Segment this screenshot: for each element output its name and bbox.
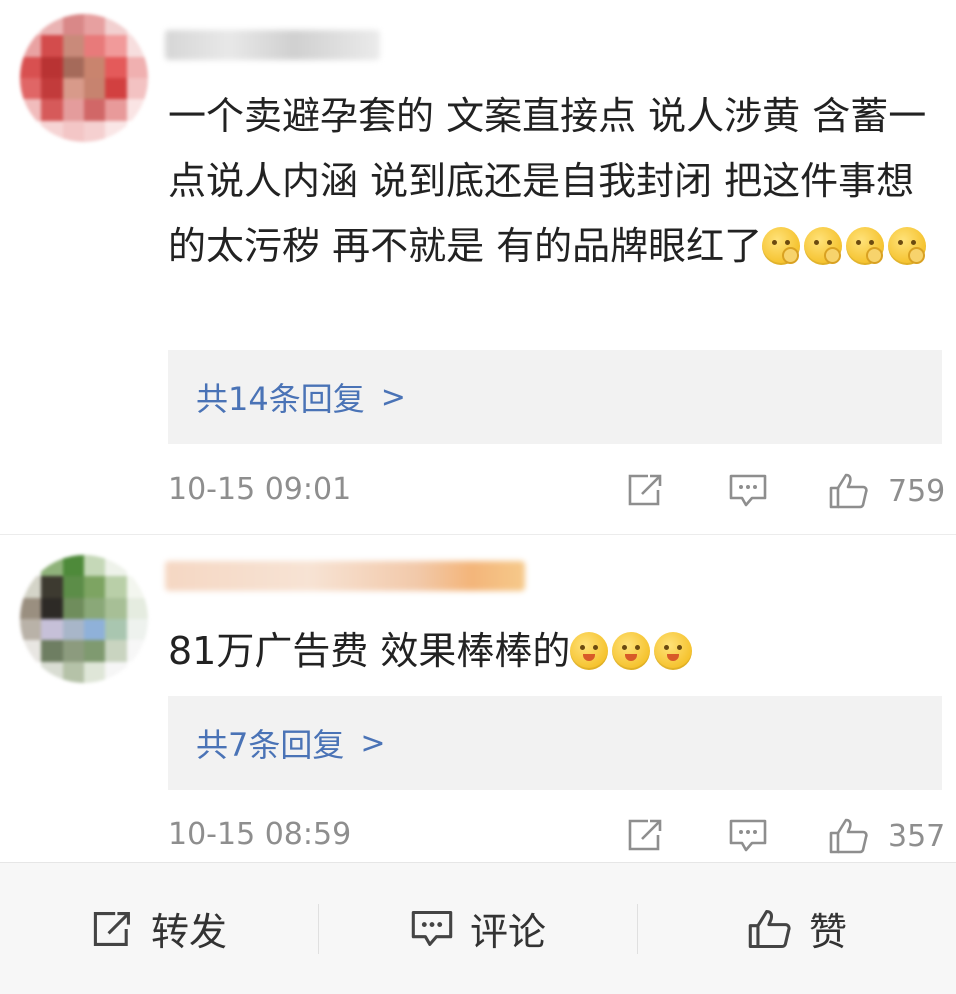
comment-text: 81万广告费 效果棒棒的 <box>168 619 943 684</box>
blush-emoji-icon <box>612 632 651 670</box>
emoji-group <box>762 227 927 265</box>
share-icon[interactable] <box>626 472 666 508</box>
comment-timestamp: 10-15 09:01 <box>168 472 352 507</box>
like-count: 357 <box>888 819 946 854</box>
shush-emoji-icon <box>762 227 801 265</box>
thumbs-up-icon <box>748 909 791 948</box>
replies-link[interactable]: 共7条回复 > <box>168 696 942 790</box>
comment-text: 一个卖避孕套的 文案直接点 说人涉黄 含蓄一点说人内涵 说到底还是自我封闭 把这… <box>168 94 927 268</box>
comment-meta: 10-15 09:01 759 <box>168 468 946 512</box>
shush-emoji-icon <box>846 227 885 265</box>
replies-count-label: 共14条回复 <box>196 380 365 418</box>
repost-label: 转发 <box>150 910 227 954</box>
blush-emoji-icon <box>570 632 609 670</box>
repost-button[interactable]: 转发 <box>0 863 318 994</box>
share-icon <box>93 911 130 946</box>
like-count: 759 <box>888 474 946 509</box>
username-redacted[interactable] <box>165 561 525 591</box>
avatar[interactable] <box>20 14 148 142</box>
shush-emoji-icon <box>804 227 843 265</box>
thumbs-up-icon[interactable] <box>828 817 870 855</box>
username-redacted[interactable] <box>165 30 380 60</box>
comment-button[interactable]: 评论 <box>319 863 637 994</box>
replies-link[interactable]: 共14条回复 > <box>168 350 942 444</box>
comment-icon[interactable] <box>728 817 768 855</box>
chevron-right-icon: > <box>380 379 406 415</box>
emoji-group <box>570 632 693 670</box>
share-icon[interactable] <box>626 817 666 853</box>
like-label: 赞 <box>808 910 847 954</box>
thumbs-up-icon[interactable] <box>828 472 870 510</box>
comment-icon <box>411 910 453 946</box>
comment-icon[interactable] <box>728 472 768 510</box>
avatar[interactable] <box>20 555 148 683</box>
replies-count-label: 共7条回复 <box>196 726 345 764</box>
comment-timestamp: 10-15 08:59 <box>168 817 352 852</box>
comment-label: 评论 <box>469 910 546 954</box>
comment-item: 81万广告费 效果棒棒的 共7条回复 > 10-15 08:59 357 <box>0 535 956 863</box>
blush-emoji-icon <box>654 632 693 670</box>
chevron-right-icon: > <box>360 725 386 761</box>
like-button[interactable]: 赞 <box>638 863 956 994</box>
bottom-action-bar: 转发 评论 赞 <box>0 862 956 994</box>
shush-emoji-icon <box>888 227 927 265</box>
comment-item: 一个卖避孕套的 文案直接点 说人涉黄 含蓄一点说人内涵 说到底还是自我封闭 把这… <box>0 0 956 535</box>
comment-meta: 10-15 08:59 357 <box>168 813 946 857</box>
